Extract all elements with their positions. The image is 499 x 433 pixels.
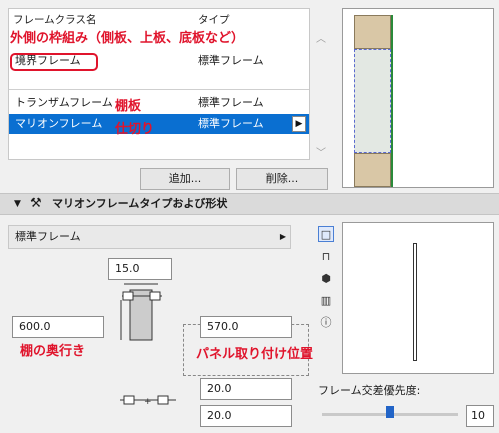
width-field[interactable]: 15.0 xyxy=(108,258,172,280)
list-divider xyxy=(9,89,309,90)
preview-mullion-shape xyxy=(413,243,417,361)
view-3d-icon[interactable]: ⬢ xyxy=(318,270,334,286)
list-item-type: 標準フレーム xyxy=(198,96,264,109)
offset-field-2[interactable]: 20.0 xyxy=(200,405,292,427)
mullion-preview xyxy=(342,222,494,374)
frame-preview xyxy=(342,8,494,188)
view-front-icon[interactable]: □ xyxy=(318,226,334,242)
highlight-box xyxy=(10,53,98,71)
annotation-panel-position: パネル取り付け位置 xyxy=(196,347,314,362)
delete-button[interactable]: 削除... xyxy=(236,168,328,190)
list-item-transom-frame[interactable]: トランザムフレーム 標準フレーム xyxy=(9,93,309,113)
list-item-name: トランザムフレーム xyxy=(15,96,113,109)
mullion-section-diagram xyxy=(120,283,162,341)
info-icon[interactable]: ⓘ xyxy=(318,314,334,330)
preview-top-panel xyxy=(354,15,391,49)
view-section-icon[interactable]: ▥ xyxy=(318,292,334,308)
section-header[interactable]: ▼ ⚒ マリオンフレームタイプおよび形状 xyxy=(0,193,499,215)
preview-mullion-line xyxy=(391,15,393,187)
svg-text:+: + xyxy=(144,397,152,407)
offset-diagram: + xyxy=(120,395,176,407)
frame-type-dropdown[interactable]: 標準フレーム ▶ xyxy=(8,225,291,249)
annotation-divider: 仕切り xyxy=(115,122,155,137)
priority-slider-thumb[interactable] xyxy=(386,406,394,418)
scroll-down-icon[interactable]: ﹀ xyxy=(316,144,326,159)
priority-label: フレーム交差優先度: xyxy=(318,384,421,397)
list-item-name: マリオンフレーム xyxy=(15,117,103,130)
view-plan-icon[interactable]: ⊓ xyxy=(318,248,334,264)
chevron-right-icon: ▶ xyxy=(279,232,286,241)
priority-field[interactable]: 10 xyxy=(466,405,494,427)
annotation-outer-frame: 外側の枠組み（側板、上板、底板など） xyxy=(10,31,245,46)
scroll-up-icon[interactable]: ︿ xyxy=(316,30,326,45)
preview-bottom-panel xyxy=(354,153,391,187)
section-title: マリオンフレームタイプおよび形状 xyxy=(52,197,228,210)
list-item-type: 標準フレーム xyxy=(198,117,264,130)
list-item-type: 標準フレーム xyxy=(198,54,264,67)
column-header-name[interactable]: フレームクラス名 xyxy=(13,12,96,27)
preview-glass xyxy=(354,49,391,153)
offset-field-1[interactable]: 20.0 xyxy=(200,378,292,400)
collapse-triangle-icon[interactable]: ▼ xyxy=(14,194,21,214)
annotation-shelf-depth: 棚の奥行き xyxy=(20,344,86,359)
list-scrollbar[interactable]: ︿ ﹀ xyxy=(312,8,330,160)
mullion-tool-icon: ⚒ xyxy=(30,196,42,211)
annotation-shelf: 棚板 xyxy=(115,99,142,114)
row-arrow-button[interactable]: ▶ xyxy=(292,116,306,132)
panel-offset-field[interactable]: 570.0 xyxy=(200,316,292,338)
column-header-type[interactable]: タイプ xyxy=(198,12,230,27)
depth-field[interactable]: 600.0 xyxy=(12,316,104,338)
list-item-mullion-frame[interactable]: マリオンフレーム 標準フレーム xyxy=(9,114,309,134)
add-button[interactable]: 追加... xyxy=(140,168,230,190)
dropdown-value: 標準フレーム xyxy=(15,230,81,243)
